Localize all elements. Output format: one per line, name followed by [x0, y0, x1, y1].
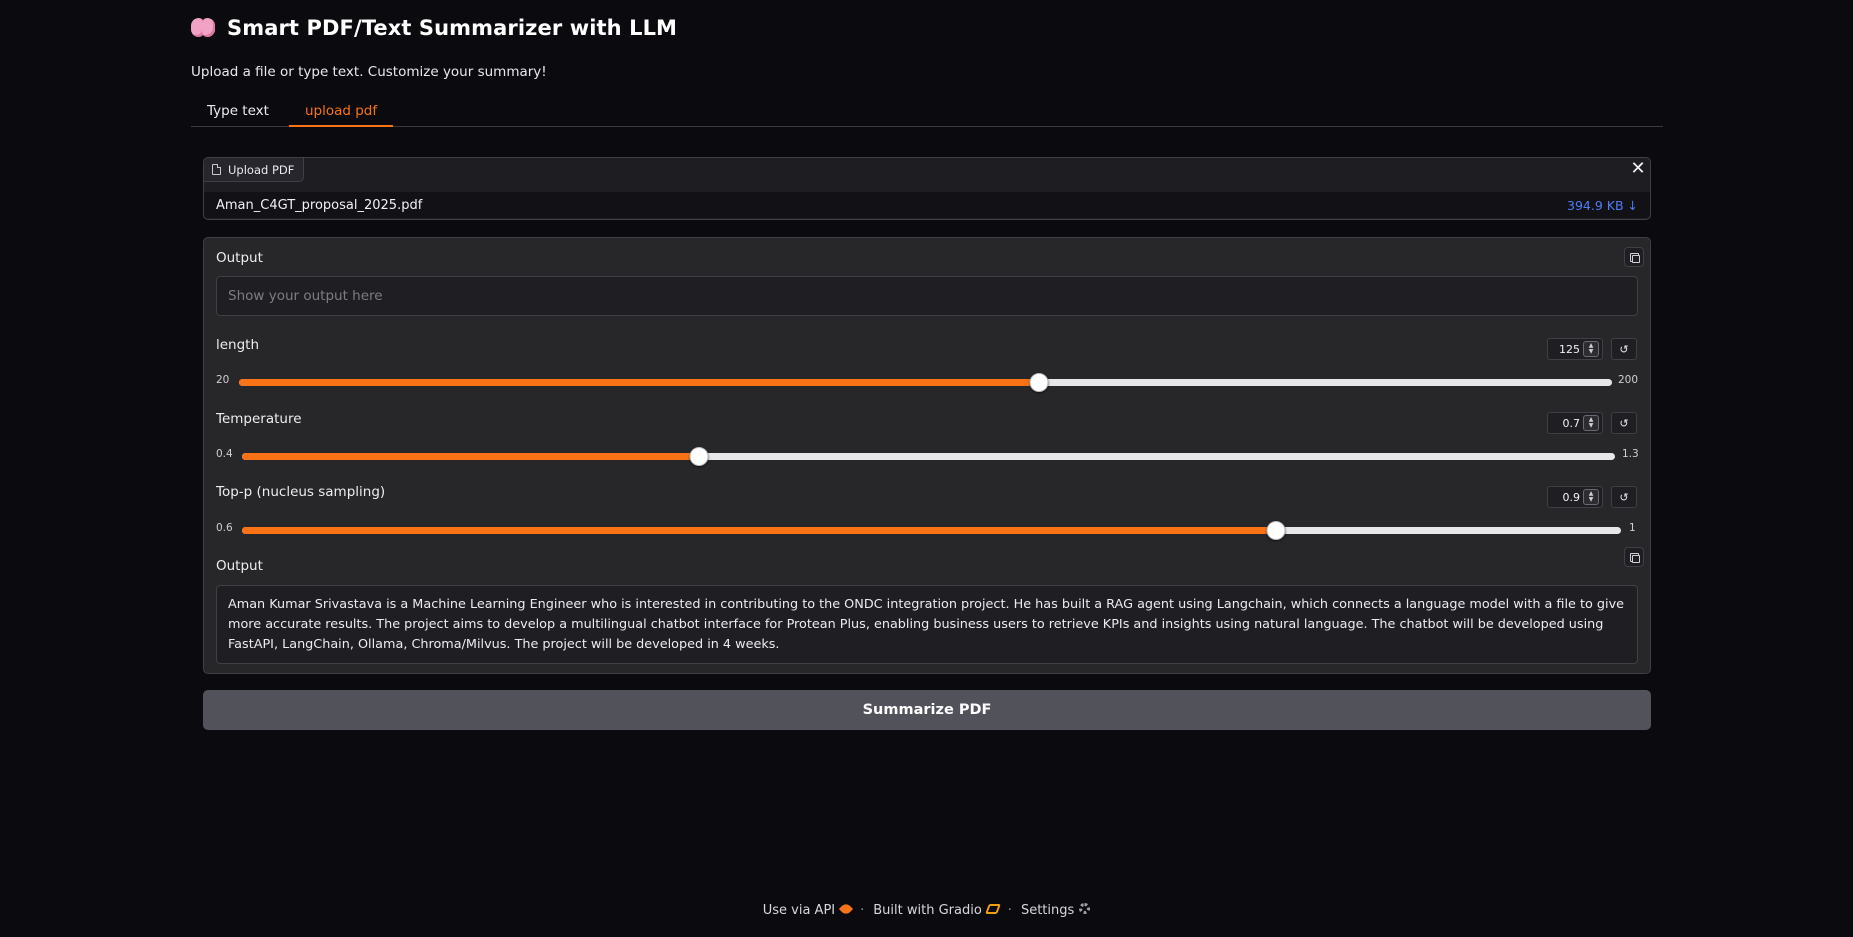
temperature-number-input[interactable]: 0.7 ▲ ▼ [1547, 412, 1603, 434]
top-p-slider-thumb[interactable] [1266, 521, 1286, 540]
top-p-min: 0.6 [216, 522, 233, 534]
copy-icon [1629, 252, 1640, 263]
slider-length-label: length [216, 337, 260, 353]
top-p-value: 0.9 [1562, 490, 1581, 504]
top-p-slider-fill [242, 527, 1277, 534]
page-subtitle: Upload a file or type text. Customize yo… [191, 64, 547, 80]
top-p-number-input[interactable]: 0.9 ▲ ▼ [1547, 486, 1603, 508]
temperature-min: 0.4 [216, 448, 233, 460]
temperature-max: 1.3 [1622, 448, 1639, 460]
brain-icon [191, 17, 217, 39]
header: Smart PDF/Text Summarizer with LLM [191, 16, 677, 40]
temperature-slider-thumb[interactable] [689, 447, 709, 466]
length-reset-button[interactable]: ↺ [1611, 338, 1637, 360]
temperature-value: 0.7 [1562, 416, 1581, 430]
use-via-api-text: Use via API [762, 903, 836, 918]
length-slider-fill [239, 379, 1040, 386]
tab-type-text[interactable]: Type text [191, 98, 285, 127]
upload-pdf-label-text: Upload PDF [228, 162, 295, 177]
uploaded-file-row: Aman_C4GT_proposal_2025.pdf 394.9 KB ↓ [204, 192, 1650, 218]
temperature-reset-button[interactable]: ↺ [1611, 412, 1637, 434]
length-slider-thumb[interactable] [1029, 373, 1049, 392]
footer-separator: · [1007, 903, 1012, 918]
top-p-slider[interactable] [242, 521, 1621, 540]
app-page: Smart PDF/Text Summarizer with LLM Uploa… [0, 0, 1853, 937]
tab-upload-pdf[interactable]: upload pdf [288, 98, 394, 127]
footer-separator: · [860, 903, 865, 918]
top-p-max: 1 [1629, 522, 1636, 534]
use-via-api-link[interactable]: Use via API [762, 901, 854, 918]
top-p-stepper[interactable]: ▲ ▼ [1583, 489, 1599, 505]
built-with-gradio-text: Built with Gradio [873, 903, 982, 918]
temperature-stepper[interactable]: ▲ ▼ [1583, 415, 1599, 431]
length-min: 20 [216, 374, 230, 386]
length-number-input[interactable]: 125 ▲ ▼ [1547, 338, 1603, 360]
settings-link[interactable]: Settings [1020, 903, 1091, 918]
length-max: 200 [1618, 374, 1639, 386]
built-with-gradio-link[interactable]: Built with Gradio [873, 903, 1001, 918]
output-bottom-label: Output [216, 558, 263, 574]
slider-top-p-label: Top-p (nucleus sampling) [216, 484, 386, 500]
tab-bar: Type text upload pdf [191, 98, 1663, 127]
reset-icon: ↺ [1619, 416, 1629, 430]
reset-icon: ↺ [1619, 342, 1629, 356]
footer: Use via API · Built with Gradio · Settin… [0, 901, 1853, 918]
length-slider[interactable] [239, 373, 1612, 392]
clear-file-button[interactable]: ✕ [1629, 160, 1647, 179]
length-stepper[interactable]: ▲ ▼ [1583, 341, 1599, 357]
gear-icon [1079, 903, 1091, 914]
summary-output-text[interactable]: Aman Kumar Srivastava is a Machine Learn… [216, 585, 1638, 664]
copy-output-top-button[interactable] [1624, 247, 1644, 267]
output-top-input[interactable] [216, 276, 1638, 316]
copy-output-bottom-button[interactable] [1624, 547, 1644, 567]
reset-icon: ↺ [1619, 490, 1629, 504]
page-title: Smart PDF/Text Summarizer with LLM [227, 16, 678, 40]
file-name: Aman_C4GT_proposal_2025.pdf [216, 197, 423, 213]
file-icon [212, 164, 221, 175]
file-download-link[interactable]: 394.9 KB ↓ [1567, 198, 1638, 213]
top-p-reset-button[interactable]: ↺ [1611, 486, 1637, 508]
pdf-upload-block: Upload PDF ✕ Aman_C4GT_proposal_2025.pdf… [203, 157, 1651, 220]
copy-icon [1629, 552, 1640, 563]
temperature-slider-fill [242, 453, 700, 460]
slider-temperature-label: Temperature [216, 411, 302, 427]
settings-text: Settings [1020, 903, 1075, 918]
summarize-pdf-button[interactable]: Summarize PDF [203, 690, 1651, 730]
output-top-label: Output [216, 250, 263, 266]
gradio-logo-icon [984, 904, 1001, 914]
settings-panel: Output length 125 ▲▼ ↺ 20 200 Temperatur… [203, 237, 1651, 674]
length-value: 125 [1559, 342, 1580, 356]
temperature-slider[interactable] [242, 447, 1615, 466]
upload-pdf-label: Upload PDF [204, 158, 305, 182]
rocket-icon [839, 901, 854, 917]
